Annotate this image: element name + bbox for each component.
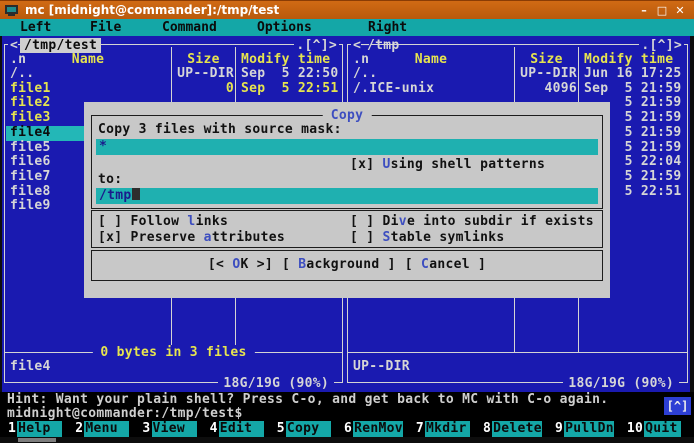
fnkey-help[interactable]: 1Help: [8, 421, 75, 437]
file-row[interactable]: /..UP--DIRJun 16 17:25: [349, 67, 686, 82]
window-title: mc [midnight@commander]:/tmp/test: [25, 3, 279, 17]
mini-status-divider: [348, 352, 687, 353]
mc-terminal-window: mc [midnight@commander]:/tmp/test – □ ✕ …: [0, 0, 694, 443]
column-header-size[interactable]: Size: [515, 52, 578, 67]
fnkey-quit[interactable]: 10Quit: [627, 421, 694, 437]
panel-up-icon[interactable]: .[^]>: [294, 38, 339, 53]
left-panel-status: file4: [10, 359, 51, 374]
window-bottom-frame: [0, 437, 694, 443]
selection-summary: 0 bytes in 3 files: [92, 345, 254, 360]
column-header-mtime[interactable]: Modify time: [241, 52, 330, 67]
terminal-icon: [5, 5, 19, 16]
menu-bar: Left File Command Options Right: [0, 19, 694, 36]
file-row[interactable]: /.ICE-unix4096Sep 5 21:59: [349, 82, 686, 97]
window-titlebar[interactable]: mc [midnight@commander]:/tmp/test – □ ✕: [0, 0, 694, 19]
fnkey-menu[interactable]: 2Menu: [75, 421, 142, 437]
dialog-title: Copy: [323, 108, 372, 123]
column-header-size[interactable]: Size: [172, 52, 235, 67]
background-button[interactable]: [ Background ]: [282, 257, 396, 277]
close-button[interactable]: ✕: [674, 4, 686, 17]
left-panel-path[interactable]: /tmp/test: [20, 38, 101, 53]
menu-item-left[interactable]: Left: [20, 20, 51, 35]
stable-symlinks-checkbox[interactable]: [ ] Stable symlinks: [350, 230, 504, 245]
file-row[interactable]: file10Sep 5 22:51: [6, 82, 341, 97]
source-mask-input[interactable]: *: [96, 139, 598, 155]
menu-item-right[interactable]: Right: [368, 20, 407, 35]
to-label: to:: [98, 172, 122, 187]
cancel-button[interactable]: [ Cancel ]: [405, 257, 486, 277]
copy-dialog: Copy Copy 3 files with source mask: * [x…: [84, 102, 610, 298]
menu-item-options[interactable]: Options: [257, 20, 312, 35]
minimize-button[interactable]: –: [638, 4, 650, 17]
column-header-mtime[interactable]: Modify time: [584, 52, 673, 67]
right-panel-header: .n Name Size Modify time: [348, 52, 687, 67]
destination-input[interactable]: /tmp: [96, 188, 598, 204]
resize-grip[interactable]: [18, 438, 56, 442]
source-mask-label: Copy 3 files with source mask:: [98, 122, 342, 137]
fnkey-renmov[interactable]: 6RenMov: [344, 421, 416, 437]
scroll-up-indicator[interactable]: [^]: [664, 397, 691, 415]
right-panel-status: UP--DIR: [353, 359, 410, 374]
function-key-bar: 1Help 2Menu 3View 4Edit 5Copy 6RenMov 7M…: [0, 421, 694, 437]
left-panel-header: .n Name Size Modify time: [5, 52, 342, 67]
maximize-button[interactable]: □: [656, 4, 668, 17]
preserve-attributes-checkbox[interactable]: [x] Preserve attributes: [98, 230, 285, 245]
file-row[interactable]: /..UP--DIRSep 5 22:50: [6, 67, 341, 82]
follow-links-checkbox[interactable]: [ ] Follow links: [98, 214, 228, 229]
menu-item-file[interactable]: File: [90, 20, 121, 35]
shell-patterns-checkbox[interactable]: [x] Using shell patterns: [350, 157, 545, 172]
ok-button[interactable]: [< OK >]: [208, 257, 273, 277]
right-panel-path[interactable]: /tmp: [363, 38, 404, 53]
fnkey-pulldn[interactable]: 9PullDn: [555, 421, 627, 437]
fnkey-mkdir[interactable]: 7Mkdir: [416, 421, 483, 437]
fnkey-copy[interactable]: 5Copy: [277, 421, 344, 437]
right-disk-usage: 18G/19G (90%): [563, 376, 679, 391]
fnkey-delete[interactable]: 8Delete: [483, 421, 555, 437]
dive-into-subdir-checkbox[interactable]: [ ] Dive into subdir if exists: [350, 214, 594, 229]
shell-prompt[interactable]: midnight@commander:/tmp/test$: [0, 406, 694, 421]
text-cursor: [132, 188, 140, 200]
hint-line: Hint: Want your plain shell? Press C-o, …: [0, 392, 694, 406]
left-disk-usage: 18G/19G (90%): [218, 376, 334, 391]
fnkey-view[interactable]: 3View: [142, 421, 209, 437]
menu-item-command[interactable]: Command: [162, 20, 217, 35]
column-header-name[interactable]: Name: [348, 52, 514, 67]
panel-up-icon[interactable]: .[^]>: [639, 38, 684, 53]
fnkey-edit[interactable]: 4Edit: [210, 421, 277, 437]
column-header-name[interactable]: Name: [5, 52, 171, 67]
